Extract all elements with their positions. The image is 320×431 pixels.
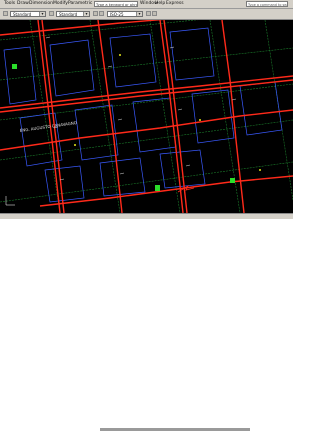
lot-tag xyxy=(12,64,17,69)
drawing-svg: ENG. AUGUSTO CANAVAGNO xyxy=(0,20,293,213)
parcel-lines xyxy=(0,20,293,213)
multileader-style-icon[interactable] xyxy=(93,11,98,16)
survey-marker xyxy=(259,169,261,171)
lot-tag xyxy=(230,178,235,183)
survey-marker xyxy=(74,144,76,146)
help-search-box[interactable]: Type a command to search xyxy=(246,1,288,7)
text-style-dropdown[interactable]: Standard ▾ xyxy=(10,11,46,17)
layer-value: ISO-25 xyxy=(110,12,124,17)
menu-bar: Tools Draw Dimension Modify Parametric T… xyxy=(0,0,293,9)
layer-icon[interactable] xyxy=(146,11,151,16)
menu-dimension[interactable]: Dimension xyxy=(29,1,53,7)
dim-style-dropdown[interactable]: Standard ▾ xyxy=(56,11,90,17)
styles-toolbar: Standard ▾ Standard ▾ ISO-25 ▾ xyxy=(0,9,293,20)
road-network xyxy=(0,20,293,213)
dim-style-value: Standard xyxy=(59,12,78,17)
properties-icon[interactable] xyxy=(152,11,157,16)
annotation-ticks xyxy=(45,36,237,181)
chevron-down-icon: ▾ xyxy=(39,12,45,16)
menu-parametric[interactable]: Parametric xyxy=(68,1,92,7)
street-label: ENG. AUGUSTO CANAVAGNO xyxy=(19,120,77,133)
dim-style-icon[interactable] xyxy=(49,11,54,16)
survey-marker xyxy=(199,119,201,121)
menu-draw[interactable]: Draw xyxy=(17,1,29,7)
layer-dropdown[interactable]: ISO-25 ▾ xyxy=(107,11,143,17)
text-style-value: Standard xyxy=(13,12,32,17)
workspace-title-box[interactable]: Type a keyword or phrase xyxy=(94,1,138,7)
menu-help[interactable]: Help xyxy=(155,1,165,7)
lot-tag xyxy=(155,185,160,191)
chevron-down-icon: ▾ xyxy=(136,12,142,16)
chevron-down-icon: ▾ xyxy=(83,12,89,16)
table-style-icon[interactable] xyxy=(99,11,104,16)
menu-modify[interactable]: Modify xyxy=(53,1,68,7)
text-style-icon[interactable] xyxy=(3,11,8,16)
command-area[interactable] xyxy=(0,219,293,240)
drawing-canvas[interactable]: ENG. AUGUSTO CANAVAGNO xyxy=(0,20,293,213)
menu-express[interactable]: Express xyxy=(166,1,184,7)
menu-tools[interactable]: Tools xyxy=(4,1,15,7)
survey-marker xyxy=(119,54,121,56)
